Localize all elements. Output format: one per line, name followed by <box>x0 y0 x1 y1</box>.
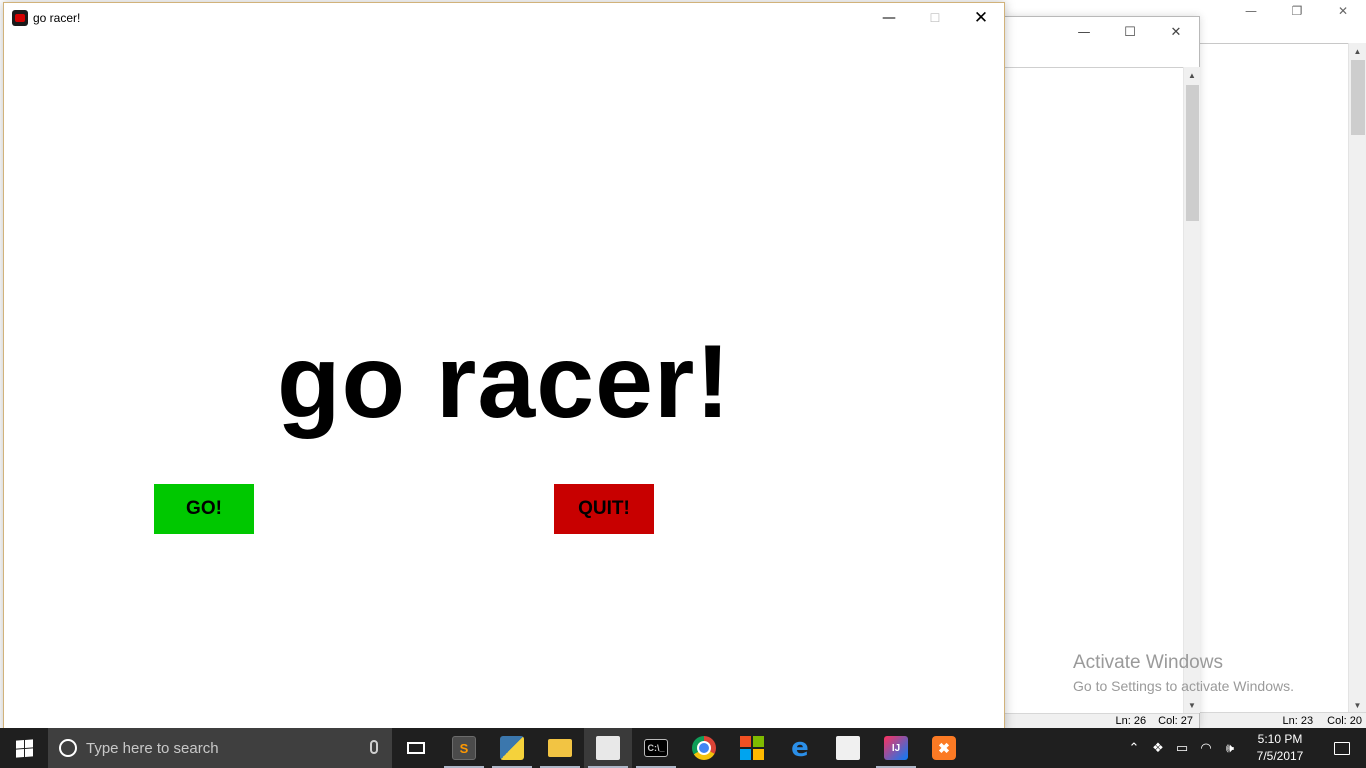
game-window: go racer! — ☐ ✕ go racer! GO! QUIT! <box>3 2 1005 733</box>
scrollbar-thumb[interactable] <box>1351 60 1365 135</box>
system-tray: ⌃ ❖ ▭ ◠ 🕪 5:10 PM 7/5/2017 <box>1122 728 1366 768</box>
game-title-text: go racer! <box>276 324 732 440</box>
minimize-icon[interactable]: — <box>1061 17 1107 47</box>
status-column: Col: 27 <box>1158 715 1193 727</box>
store-icon <box>740 736 764 760</box>
status-column: Col: 20 <box>1327 714 1362 727</box>
maximize-icon[interactable]: ☐ <box>1107 17 1153 47</box>
clock-time: 5:10 PM <box>1257 732 1303 746</box>
clock[interactable]: 5:10 PM 7/5/2017 <box>1242 728 1318 768</box>
watermark-title: Activate Windows <box>1073 652 1223 673</box>
intellij-icon: IJ <box>884 736 908 760</box>
close-icon[interactable]: ✕ <box>1320 0 1366 22</box>
microphone-icon[interactable] <box>370 740 378 754</box>
close-icon[interactable]: ✕ <box>1153 17 1199 47</box>
status-line: Ln: 26 <box>1115 715 1147 727</box>
folder-icon <box>548 739 572 757</box>
scrollbar-thumb[interactable] <box>1186 85 1199 221</box>
scroll-up-icon[interactable]: ▲ <box>1349 43 1366 59</box>
wifi-icon[interactable]: ◠ <box>1194 728 1218 768</box>
background-window-controls: — ❐ ✕ <box>1228 0 1366 22</box>
activate-windows-watermark: Activate Windows Go to Settings to activ… <box>1073 652 1294 696</box>
taskbar-sublime-text[interactable]: S <box>440 728 488 768</box>
python-file-icon <box>596 736 620 760</box>
task-view-button[interactable] <box>392 728 440 768</box>
editor-window: — ☐ ✕ ▲ ▼ Ln: 26 Col: 27 <box>1004 16 1200 728</box>
minimize-icon[interactable]: — <box>866 3 912 33</box>
taskbar-python-idle[interactable] <box>488 728 536 768</box>
clock-date: 7/5/2017 <box>1256 749 1304 763</box>
editor-scrollbar[interactable]: ▲ ▼ <box>1183 67 1200 713</box>
minimize-icon[interactable]: — <box>1228 0 1274 22</box>
quit-button[interactable]: QUIT! <box>554 484 654 534</box>
chevron-up-icon[interactable]: ⌃ <box>1122 728 1146 768</box>
taskbar-store[interactable] <box>728 728 776 768</box>
restore-icon[interactable]: ❐ <box>1274 0 1320 22</box>
game-canvas[interactable]: go racer! GO! QUIT! <box>4 33 1004 732</box>
battery-icon[interactable]: ▭ <box>1170 728 1194 768</box>
search-placeholder: Type here to search <box>86 739 219 757</box>
editor-window-controls: — ☐ ✕ <box>1061 17 1199 47</box>
volume-icon[interactable]: 🕪 <box>1218 728 1242 768</box>
status-line: Ln: 23 <box>1282 714 1314 727</box>
cortana-icon <box>59 739 77 757</box>
editor-window-titlebar[interactable]: — ☐ ✕ <box>1005 17 1199 47</box>
editor-statusbar: Ln: 26 Col: 27 <box>1005 713 1199 728</box>
game-title: go racer! <box>4 323 1004 442</box>
command-prompt-icon: C:\_ <box>644 739 668 757</box>
search-box[interactable]: Type here to search <box>48 728 392 768</box>
background-window-scrollbar[interactable]: ▲ ▼ <box>1348 43 1366 713</box>
taskbar-chrome[interactable] <box>680 728 728 768</box>
python-idle-icon <box>500 736 524 760</box>
background-window-statusbar: Ln: 23 Col: 20 <box>1200 712 1366 728</box>
game-window-controls: — ☐ ✕ <box>866 3 1004 33</box>
scroll-down-icon[interactable]: ▼ <box>1349 697 1366 713</box>
scroll-down-icon[interactable]: ▼ <box>1184 697 1200 713</box>
editor-text-area[interactable] <box>1005 67 1183 713</box>
window-title: go racer! <box>33 11 81 25</box>
sublime-text-icon: S <box>452 736 476 760</box>
taskbar-calculator[interactable] <box>824 728 872 768</box>
notification-icon <box>1334 741 1350 755</box>
race-car-icon <box>12 10 28 26</box>
taskbar-python-game[interactable] <box>584 728 632 768</box>
maximize-icon: ☐ <box>929 11 941 25</box>
xampp-icon: ✖ <box>932 736 956 760</box>
windows-logo-icon <box>15 738 33 758</box>
task-view-icon <box>407 742 425 754</box>
close-icon[interactable]: ✕ <box>958 3 1004 33</box>
taskbar-command-prompt[interactable]: C:\_ <box>632 728 680 768</box>
action-center-button[interactable] <box>1318 728 1366 768</box>
taskbar-file-explorer[interactable] <box>536 728 584 768</box>
taskbar-intellij[interactable]: IJ <box>872 728 920 768</box>
scroll-up-icon[interactable]: ▲ <box>1184 67 1200 83</box>
taskbar-xampp[interactable]: ✖ <box>920 728 968 768</box>
watermark-subtitle: Go to Settings to activate Windows. <box>1073 678 1294 694</box>
chrome-icon <box>692 736 716 760</box>
taskbar: Type here to search S C:\_ e IJ ✖ ⌃ ❖ ▭ … <box>0 728 1366 768</box>
go-button[interactable]: GO! <box>154 484 254 534</box>
calculator-icon <box>836 736 860 760</box>
dropbox-icon[interactable]: ❖ <box>1146 728 1170 768</box>
game-window-titlebar[interactable]: go racer! — ☐ ✕ <box>4 3 1004 33</box>
edge-icon: e <box>791 733 809 763</box>
background-window-divider <box>1200 43 1366 44</box>
taskbar-edge[interactable]: e <box>776 728 824 768</box>
start-button[interactable] <box>0 728 48 768</box>
